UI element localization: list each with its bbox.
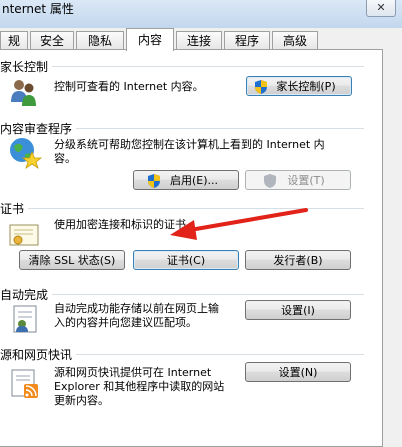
autocomplete-form-icon xyxy=(13,305,37,333)
autocomplete-description-line2: 入的内容并向您建议匹配项。 xyxy=(54,316,197,329)
tab-content[interactable]: 内容 xyxy=(126,28,174,51)
feeds-section-header: 源和网页快讯 xyxy=(0,348,73,362)
feeds-description-line1: 源和网页快讯提供可在 Internet xyxy=(54,366,212,379)
autocomplete-description-line1: 自动完成功能存储以前在网页上输 xyxy=(54,302,219,315)
feeds-description-line2: Explorer 和其他程序中读取的网站 xyxy=(54,380,225,393)
divider xyxy=(76,354,364,355)
divider xyxy=(52,294,364,295)
feeds-settings-button[interactable]: 设置(N) xyxy=(245,362,351,382)
feeds-icon xyxy=(11,369,38,398)
autocomplete-settings-button[interactable]: 设置(I) xyxy=(245,300,351,320)
feeds-description-line3: 更新内容。 xyxy=(54,394,109,407)
autocomplete-section-header: 自动完成 xyxy=(0,288,49,302)
